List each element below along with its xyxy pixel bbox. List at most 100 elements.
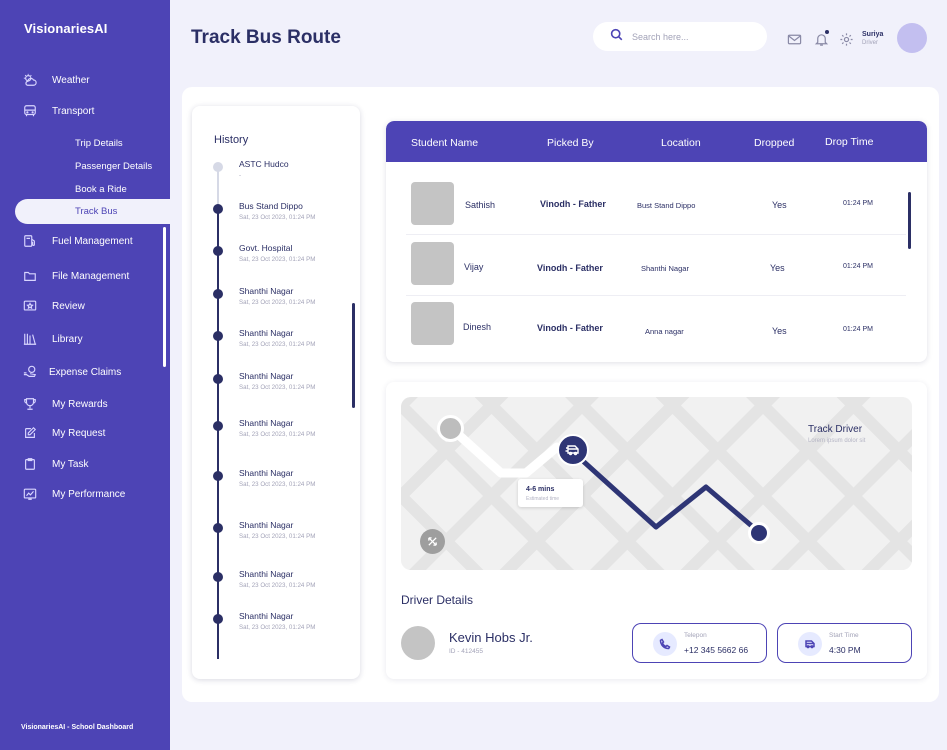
track-driver-title: Track Driver <box>808 424 863 435</box>
user-name: Suriya <box>862 31 884 38</box>
table-row[interactable]: Dinesh Vinodh - Father Anna nagar Yes 01… <box>386 302 906 362</box>
table-row[interactable]: Vijay Vinodh - Father Shanthi Nagar Yes … <box>386 242 906 302</box>
phone-label: Telepon <box>684 632 707 639</box>
sidebar-item-review[interactable]: Review <box>22 296 85 316</box>
sidebar-item-label: File Management <box>52 270 130 282</box>
column-header-dropped[interactable]: Dropped <box>754 137 794 149</box>
row-divider <box>406 234 906 235</box>
subitem-track-bus[interactable]: Track Bus <box>15 199 175 224</box>
route-map[interactable]: Track Driver Lorem ipsum dolor sit 4-6 m… <box>401 397 912 570</box>
timeline-line-upcoming <box>217 168 219 208</box>
driver-name: Kevin Hobs Jr. <box>449 630 533 645</box>
eta-tooltip: 4-6 mins Estimated time <box>518 479 583 507</box>
sidebar-item-fuel-management[interactable]: Fuel Management <box>22 231 133 251</box>
student-photo <box>411 302 454 345</box>
sidebar-item-label: Fuel Management <box>52 235 133 247</box>
expand-map-button[interactable] <box>420 529 445 554</box>
history-place: Bus Stand Dippo <box>239 201 303 211</box>
history-place: ASTC Hudco <box>239 159 289 169</box>
brand-logo[interactable]: VisionariesAI <box>24 21 107 36</box>
fuel-icon <box>22 233 38 249</box>
start-location-marker[interactable] <box>437 415 464 442</box>
mail-icon[interactable] <box>785 30 803 48</box>
timeline-dot <box>213 374 223 384</box>
student-table: Student Name Picked By Location Dropped … <box>386 121 927 362</box>
history-date: Sat, 23 Oct 2023, 01:24 PM <box>239 299 316 306</box>
column-header-location[interactable]: Location <box>661 137 701 149</box>
driver-id: ID - 412455 <box>449 648 483 655</box>
start-time-card[interactable]: Start Time 4:30 PM <box>777 623 912 663</box>
history-place: Shanthi Nagar <box>239 286 294 296</box>
bell-icon[interactable] <box>812 30 830 48</box>
column-header-picked-by[interactable]: Picked By <box>547 137 594 149</box>
sidebar-item-label: Transport <box>52 105 95 117</box>
student-name: Dinesh <box>463 322 492 332</box>
student-name: Sathish <box>465 200 496 210</box>
history-date: Sat, 23 Oct 2023, 01:24 PM <box>239 533 316 540</box>
tracking-card: Track Driver Lorem ipsum dolor sit 4-6 m… <box>386 382 927 679</box>
sidebar-item-label: My Task <box>52 458 89 470</box>
sidebar-item-label: My Performance <box>52 488 126 500</box>
subitem-passenger-details[interactable]: Passenger Details <box>75 161 152 172</box>
map-background <box>401 397 912 570</box>
sidebar-item-library[interactable]: Library <box>22 329 83 349</box>
weather-icon <box>22 72 38 88</box>
timeline-dot <box>213 204 223 214</box>
sidebar-item-my-rewards[interactable]: My Rewards <box>22 394 108 414</box>
timeline-dot <box>213 162 223 172</box>
subitem-book-a-ride[interactable]: Book a Ride <box>75 184 127 195</box>
sidebar-item-file-management[interactable]: File Management <box>22 266 129 286</box>
destination-marker[interactable] <box>748 522 770 544</box>
history-date: Sat, 23 Oct 2023, 01:24 PM <box>239 582 316 589</box>
gear-icon[interactable] <box>837 30 855 48</box>
subitem-trip-details[interactable]: Trip Details <box>75 138 123 149</box>
sidebar-item-expense-claims[interactable]: Expense Claims <box>22 362 121 382</box>
timeline-line <box>217 206 219 659</box>
history-place: Shanthi Nagar <box>239 418 294 428</box>
search-bar[interactable] <box>593 22 767 51</box>
drop-time: 01:24 PM <box>843 200 873 207</box>
folder-icon <box>22 268 38 284</box>
eta-value: 4-6 mins <box>526 486 555 493</box>
table-row[interactable]: Sathish Vinodh - Father Bust Stand Dippo… <box>386 182 906 242</box>
history-title: History <box>214 134 249 146</box>
sidebar-item-transport[interactable]: Transport <box>22 101 94 121</box>
history-scrollbar[interactable] <box>352 303 355 408</box>
driver-phone-card[interactable]: Telepon +12 345 5662 66 <box>632 623 767 663</box>
sidebar-item-weather[interactable]: Weather <box>22 70 90 90</box>
bus-location-marker[interactable] <box>557 434 589 466</box>
dropped-status: Yes <box>772 326 787 336</box>
bus-icon <box>565 445 579 456</box>
history-place: Shanthi Nagar <box>239 371 294 381</box>
driver-avatar <box>401 626 435 660</box>
column-header-drop-time[interactable]: Drop Time <box>825 136 873 148</box>
history-date: Sat, 23 Oct 2023, 01:24 PM <box>239 341 316 348</box>
sidebar-scrollbar[interactable] <box>163 227 166 367</box>
sidebar-item-my-task[interactable]: My Task <box>22 454 89 474</box>
history-date: Sat, 23 Oct 2023, 01:24 PM <box>239 256 316 263</box>
start-time-label: Start Time <box>829 632 859 639</box>
timeline-dot <box>213 614 223 624</box>
search-input[interactable] <box>632 31 752 42</box>
timeline-dot <box>213 289 223 299</box>
picked-by: Vinodh - Father <box>537 323 603 333</box>
expand-icon <box>428 537 437 546</box>
location: Shanthi Nagar <box>641 264 689 273</box>
star-icon <box>22 298 38 314</box>
table-scrollbar[interactable] <box>908 192 911 249</box>
avatar[interactable] <box>897 23 927 53</box>
notification-dot <box>825 30 829 34</box>
drop-time: 01:24 PM <box>843 263 873 270</box>
bus-icon <box>798 632 822 656</box>
column-header-student-name[interactable]: Student Name <box>411 137 478 149</box>
timeline-dot <box>213 246 223 256</box>
sidebar-item-my-request[interactable]: My Request <box>22 423 105 443</box>
timeline-dot <box>213 331 223 341</box>
sidebar-item-my-performance[interactable]: My Performance <box>22 484 125 504</box>
page-title: Track Bus Route <box>191 27 341 48</box>
money-icon <box>22 364 38 380</box>
sidebar-item-label: Weather <box>52 74 90 86</box>
history-place: Govt. Hospital <box>239 243 293 253</box>
trophy-icon <box>22 396 38 412</box>
timeline-dot <box>213 421 223 431</box>
